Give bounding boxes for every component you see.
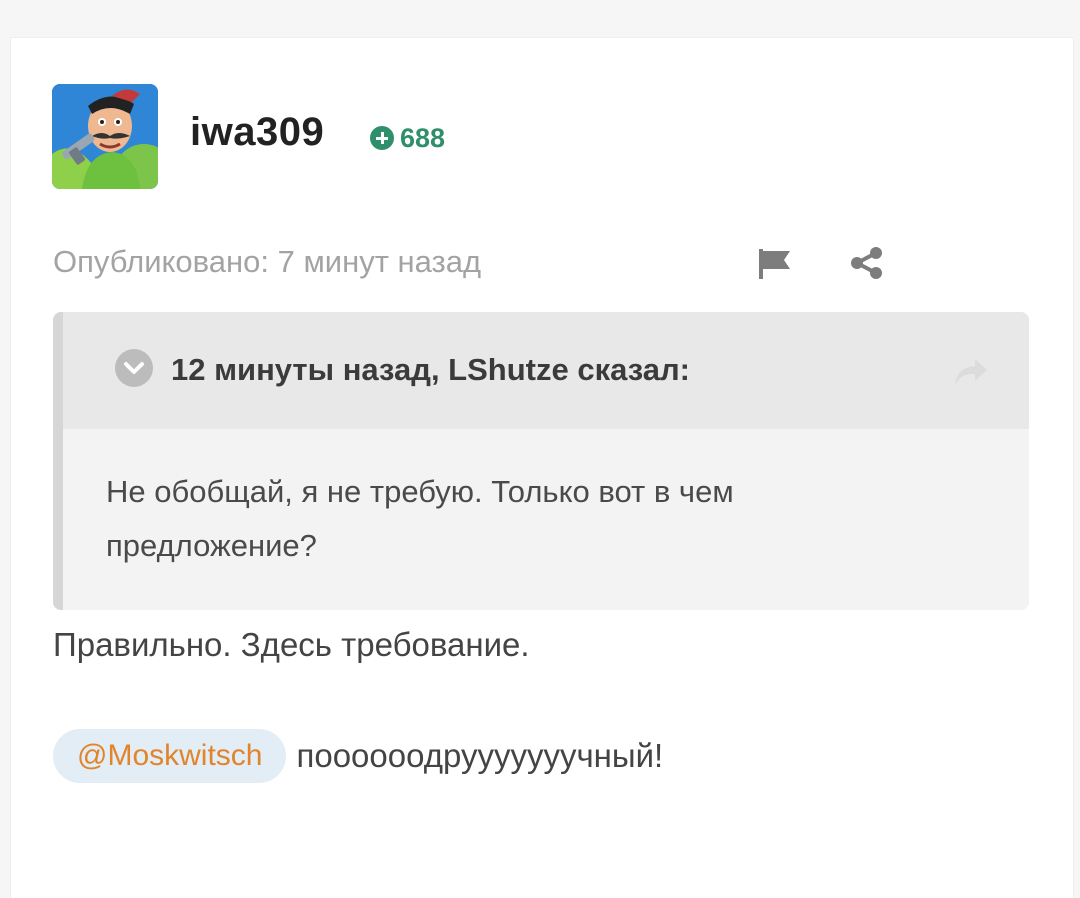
share-icon xyxy=(851,247,882,279)
published-time: Опубликовано: 7 минут назад xyxy=(53,244,482,279)
mention-line: @Moskwitsch поооооодрууууууучный! xyxy=(53,729,663,783)
chevron-down-icon xyxy=(124,362,144,374)
plus-circle-icon xyxy=(370,126,394,150)
quote-expand-toggle[interactable] xyxy=(115,349,153,387)
quote-goto-button[interactable] xyxy=(951,356,991,388)
reply-text: Правильно. Здесь требование. xyxy=(53,626,530,663)
reputation-badge[interactable]: 688 xyxy=(370,122,445,154)
quote-border xyxy=(53,312,63,610)
quote-citation[interactable]: 12 минуты назад, LShutze сказал: xyxy=(171,352,690,388)
user-mention[interactable]: @Moskwitsch xyxy=(53,729,287,783)
quote-text-line: предложение? xyxy=(106,528,317,563)
mention-message: поооооодрууууууучный! xyxy=(296,737,664,774)
reputation-count: 688 xyxy=(400,122,446,153)
avatar-image xyxy=(52,84,158,189)
quote-text-line: Не обобщай, я не требую. Только вот в че… xyxy=(106,474,734,509)
reply-arrow-icon xyxy=(955,359,987,385)
quote-header: 12 минуты назад, LShutze сказал: xyxy=(63,312,1029,429)
report-button[interactable] xyxy=(756,247,794,281)
quote-block: 12 минуты назад, LShutze сказал: Не обоб… xyxy=(53,312,1029,610)
avatar[interactable] xyxy=(52,84,158,189)
flag-icon xyxy=(759,249,790,279)
username[interactable]: iwa309 xyxy=(190,110,324,155)
share-button[interactable] xyxy=(848,244,886,282)
quote-text: Не обобщай, я не требую. Только вот в че… xyxy=(106,465,969,573)
